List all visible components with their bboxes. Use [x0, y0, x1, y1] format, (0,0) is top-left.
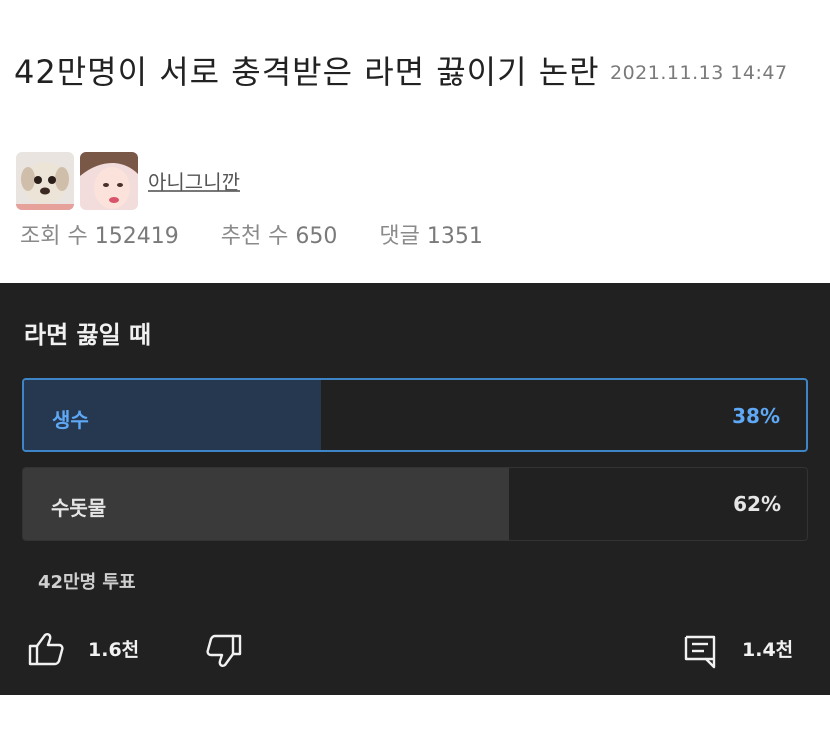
poll-vote-count: 42만명 투표 — [38, 572, 136, 593]
post-stats: 조회 수 152419 추천 수 650 댓글 1351 — [20, 218, 483, 250]
like-count: 1.6천 — [88, 639, 140, 661]
recommends-count: 650 — [295, 224, 338, 249]
girl-avatar-image — [80, 152, 138, 210]
poll-option-1-label: 생수 — [52, 408, 89, 432]
like-button[interactable] — [26, 631, 66, 671]
avatar-dog — [16, 152, 74, 210]
poll-panel: 라면 끓일 때 생수 38% 수돗물 62% 42만명 투표 1.6천 1.4천 — [0, 283, 830, 695]
author-link[interactable]: 아니그니깐 — [148, 166, 240, 195]
poll-option-2-label: 수돗물 — [51, 496, 107, 520]
thumbs-down-icon — [206, 634, 242, 667]
poll-option-1[interactable]: 생수 38% — [22, 378, 808, 452]
views-count: 152419 — [94, 224, 179, 249]
avatar-girl — [80, 152, 138, 210]
comments-count: 1351 — [426, 224, 483, 249]
poll-option-2[interactable]: 수돗물 62% — [22, 467, 808, 541]
comment-count: 1.4천 — [742, 639, 794, 661]
views-label: 조회 수 — [20, 224, 88, 249]
comment-button[interactable] — [682, 633, 720, 675]
post-title: 42만명이 서로 충격받은 라면 끓이기 논란 — [14, 53, 600, 91]
dog-avatar-image — [16, 152, 74, 210]
recommends-label: 추천 수 — [220, 224, 289, 249]
thumbs-up-icon — [28, 633, 64, 666]
dislike-button[interactable] — [204, 633, 244, 673]
poll-question: 라면 끓일 때 — [24, 321, 152, 349]
poll-option-1-percent: 38% — [732, 404, 780, 428]
comment-icon — [684, 635, 716, 669]
post-date: 2021.11.13 14:47 — [610, 62, 788, 84]
comments-label: 댓글 — [379, 224, 420, 249]
poll-option-2-percent: 62% — [733, 492, 781, 516]
